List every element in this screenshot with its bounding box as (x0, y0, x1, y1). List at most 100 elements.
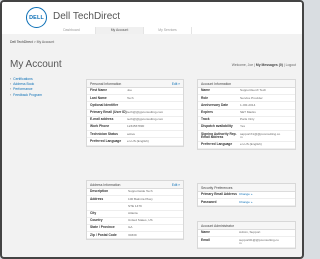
field-label: Technician Status (90, 131, 118, 136)
main-tabs: Dashboard My Account My Services (48, 27, 192, 34)
table-row: Primary Email (User ID) tech@@gpconsultin… (87, 110, 183, 117)
field-value: tech@@gpconsulting.com (127, 117, 164, 122)
field-value: 30339 (128, 232, 137, 237)
field-value: 1-OR-2014 (240, 102, 256, 107)
field-value (127, 102, 171, 108)
table-row: Email support01@@pconsulting.co m (198, 237, 295, 248)
field-label: Preferred Language (90, 138, 122, 143)
table-row: Primary Email Address Change » (198, 192, 295, 200)
breadcrumb-current: My Account (36, 40, 55, 44)
table-row: Optional Identifier (87, 102, 183, 110)
personal-information-header: Personal Information Edit » (87, 80, 183, 88)
welcome-bar: Welcome, Joe | My Messages (0) | Logout (232, 63, 296, 67)
table-row: Anniversary Date 1-OR-2014 (198, 102, 295, 110)
field-label: Name (201, 230, 210, 235)
field-value: Joe (127, 88, 132, 93)
field-label: Name (201, 88, 210, 93)
field-value: Yes (240, 124, 246, 129)
table-row: STE 1479 (87, 203, 183, 211)
table-row: E-mail address tech@@gpconsulting.com (87, 117, 183, 124)
table-row: Dispatch availability Yes (198, 124, 295, 132)
table-row: Preferred Language en-US (English) (87, 138, 183, 146)
change-password-link[interactable]: Change » (239, 199, 282, 205)
field-label: State / Province (90, 225, 115, 230)
field-label: Track (201, 117, 210, 122)
page-title: My Account (10, 59, 62, 70)
field-value: 1234567890 (127, 124, 145, 129)
field-value: Tech (127, 95, 134, 100)
table-row: Technician Status active (87, 131, 183, 139)
table-row: Work Phone 1234567890 (87, 124, 183, 132)
browser-frame: DELL Dell TechDirect Dashboard My Accoun… (0, 0, 304, 259)
address-information-header: Address Information Edit » (87, 181, 183, 189)
edit-personal-link[interactable]: Edit » (172, 82, 180, 86)
field-value: United States, US (128, 218, 153, 223)
field-label: E-mail address (90, 117, 114, 122)
field-label: Password (201, 199, 217, 204)
dell-logo[interactable]: DELL (26, 7, 47, 28)
table-row: Expires SET Macks (198, 110, 295, 117)
address-information-panel: Address Information Edit » Description Su… (86, 180, 184, 241)
panel-title: Personal Information (90, 81, 122, 86)
logout-link[interactable]: Logout (286, 63, 296, 67)
field-value: Parts Only (240, 117, 255, 122)
field-value: GA (128, 225, 133, 230)
field-label: Zip / Postal Code (90, 232, 117, 237)
field-value: Service Provider (240, 95, 263, 100)
field-value: Atlanta (128, 210, 138, 215)
field-label: Address (90, 196, 104, 201)
field-label: Email (201, 237, 210, 242)
breadcrumb: Dell TechDirect > My Account (10, 40, 54, 44)
change-primary-email-link[interactable]: Change » (239, 192, 282, 198)
table-row: City Atlanta (87, 211, 183, 218)
field-label: Signing Authority Rep. Email address (201, 131, 237, 139)
account-information-panel: Account Information Name SupportGenX Tech… (197, 79, 296, 150)
field-value: 100 Balmira Pkwy (128, 196, 153, 201)
field-label: Work Phone (90, 124, 110, 129)
field-label: City (90, 210, 97, 215)
field-label: Optional Identifier (90, 102, 119, 107)
field-label: Dispatch availability (201, 124, 233, 129)
sidebar-nav: Certifications Address Book Performance … (10, 77, 80, 98)
my-messages-link[interactable]: My Messages (0) (256, 63, 283, 67)
table-row: First Name Joe (87, 88, 183, 96)
table-row: Name SupportGenX Tech (198, 88, 295, 96)
sidebar-item-feedback-program[interactable]: Feedback Program (10, 93, 80, 98)
field-value: sapportX1@@pconsulting.co m (240, 131, 281, 139)
field-value: SupportGenX Tech (240, 88, 267, 93)
field-label: Primary Email (User ID) (90, 109, 127, 114)
table-row: Password Change » (198, 199, 295, 207)
tab-dashboard[interactable]: Dashboard (48, 27, 96, 34)
panel-title: Address Information (90, 182, 121, 187)
table-row: Role Service Provider (198, 95, 295, 103)
security-preferences-header: Security Preferences (198, 184, 295, 192)
table-row: Preferred Language en-US (English) (198, 142, 295, 149)
edit-address-link[interactable]: Edit » (172, 183, 180, 187)
account-administrator-header: Account Administrator (198, 222, 295, 230)
field-value: en-US (English) (240, 142, 262, 147)
tab-my-services[interactable]: My Services (144, 27, 192, 34)
field-label: Preferred Language (201, 142, 233, 147)
field-value: Admin, Support (239, 230, 261, 235)
tab-my-account[interactable]: My Account (96, 27, 144, 34)
field-label: Country (90, 218, 103, 223)
panel-title: Account Administrator (201, 223, 234, 228)
table-row: Last Name Tech (87, 95, 183, 103)
panel-title: Account Information (201, 81, 232, 86)
table-row: Zip / Postal Code 30339 (87, 232, 183, 240)
welcome-text: Welcome, Joe (231, 63, 254, 67)
personal-information-panel: Personal Information Edit » First Name Jo… (86, 79, 184, 147)
logo-text: DELL (29, 14, 44, 21)
brand-title: Dell TechDirect (53, 11, 121, 22)
account-information-header: Account Information (198, 80, 295, 88)
table-row: Track Parts Only (198, 117, 295, 124)
field-value: Supportwide Tech (128, 189, 153, 194)
panel-title: Security Preferences (201, 185, 233, 190)
field-label: Primary Email Address (201, 192, 237, 197)
table-row: State / Province GA (87, 225, 183, 233)
field-label: Description (90, 189, 109, 194)
breadcrumb-home-link[interactable]: Dell TechDirect (10, 40, 33, 44)
field-label: Expires (201, 109, 213, 114)
account-administrator-panel: Account Administrator Name Admin, Support… (197, 221, 296, 249)
field-label: Last Name (90, 95, 107, 100)
